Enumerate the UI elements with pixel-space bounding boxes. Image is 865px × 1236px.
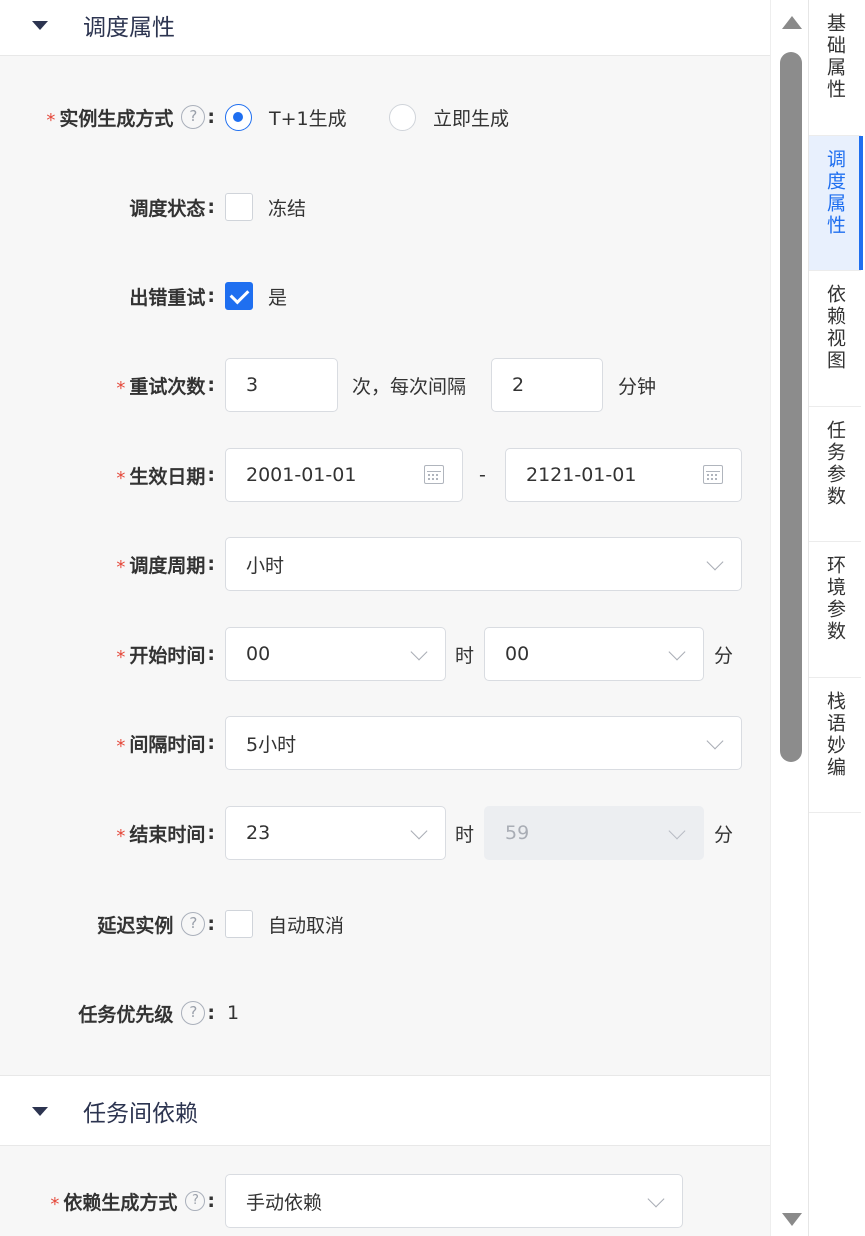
scroll-down-arrow-icon[interactable] [782, 1213, 802, 1226]
radio-immediate[interactable]: 立即生成 [389, 103, 509, 131]
retry-interval-text: 次，每次间隔 [352, 375, 467, 398]
minute-unit-text: 分 [714, 644, 734, 667]
interval-time-select[interactable]: 5小时 [225, 716, 742, 770]
chevron-down-icon[interactable] [410, 643, 428, 661]
radio-button-selected[interactable] [225, 103, 252, 131]
delay-instance-row: 延迟实例 ? : 自动取消 [0, 896, 770, 952]
end-hour-select[interactable]: 23 [225, 806, 446, 860]
end-minute-select-disabled: 59 [484, 806, 704, 860]
sidenav-item-stack-editor[interactable]: 栈语妙编 [809, 678, 861, 813]
main-panel: 调度属性 * 实例生成方式 ? : T+1生成 立即生成 调度状态 : 冻结 出… [0, 0, 770, 1236]
date-separator: - [479, 464, 486, 486]
start-time-row: * 开始时间 : 00 时 00 分 [0, 626, 770, 682]
instance-generation-row: * 实例生成方式 ? : T+1生成 立即生成 [0, 89, 770, 145]
task-priority-value: 1 [227, 1002, 240, 1024]
chevron-down-icon[interactable] [647, 1190, 665, 1208]
auto-cancel-checkbox[interactable]: 自动取消 [225, 910, 344, 938]
chevron-down-icon [668, 822, 686, 840]
sidenav-item-basic-properties[interactable]: 基础属性 [809, 0, 861, 136]
section-title: 调度属性 [83, 14, 175, 41]
start-time-label: * 开始时间 : [116, 643, 215, 668]
hour-unit-text: 时 [455, 823, 475, 846]
section-title: 任务间依赖 [83, 1100, 198, 1127]
freeze-checkbox[interactable]: 冻结 [225, 193, 306, 221]
retry-checkbox[interactable]: 是 [225, 282, 287, 310]
minute-unit-text: 分钟 [618, 375, 657, 398]
start-minute-select[interactable]: 00 [484, 627, 704, 681]
side-navigation: 基础属性 调度属性 依赖视图 任务参数 环境参数 栈语妙编 [808, 0, 865, 1236]
help-icon[interactable]: ? [181, 1001, 206, 1025]
collapse-caret-icon[interactable] [32, 20, 48, 30]
retry-count-input[interactable]: 3 [225, 358, 338, 412]
start-date-picker[interactable]: 2001-01-01 [225, 448, 463, 502]
retry-on-error-label: 出错重试 : [129, 285, 215, 309]
effective-date-row: * 生效日期 : 2001-01-01 - 2121-01-01 [0, 447, 770, 503]
retry-on-error-row: 出错重试 : 是 [0, 268, 770, 324]
chevron-down-icon[interactable] [668, 643, 686, 661]
sidenav-item-schedule-properties[interactable]: 调度属性 [809, 136, 863, 271]
help-icon[interactable]: ? [181, 105, 206, 129]
hour-unit-text: 时 [455, 644, 475, 667]
task-priority-row: 任务优先级 ? : 1 [0, 985, 770, 1041]
vertical-scrollbar[interactable] [770, 0, 808, 1236]
sidenav-item-env-parameters[interactable]: 环境参数 [809, 542, 861, 678]
scrollbar-thumb[interactable] [780, 52, 802, 762]
radio-t-plus-1[interactable]: T+1生成 [225, 103, 347, 131]
calendar-icon[interactable] [703, 465, 723, 484]
schedule-status-row: 调度状态 : 冻结 [0, 179, 770, 235]
interval-time-row: * 间隔时间 : 5小时 [0, 715, 770, 771]
checkbox[interactable] [225, 910, 253, 938]
dependency-generation-select[interactable]: 手动依赖 [225, 1174, 683, 1228]
help-icon[interactable]: ? [181, 912, 206, 936]
schedule-period-select[interactable]: 小时 [225, 537, 742, 591]
sidenav-item-dependency-view[interactable]: 依赖视图 [809, 271, 861, 407]
minute-unit-text: 分 [714, 823, 734, 846]
checkbox[interactable] [225, 193, 253, 221]
task-priority-label: 任务优先级 ? : [78, 1001, 215, 1026]
end-time-label: * 结束时间 : [116, 822, 215, 847]
end-time-row: * 结束时间 : 23 时 59 分 [0, 805, 770, 861]
dependency-generation-row: * 依赖生成方式 ? : 手动依赖 [0, 1173, 770, 1229]
retry-count-row: * 重试次数 : 3 次，每次间隔 2 分钟 [0, 357, 770, 413]
schedule-section-header[interactable]: 调度属性 [0, 0, 770, 56]
schedule-status-label: 调度状态 : [129, 196, 215, 220]
effective-date-label: * 生效日期 : [116, 464, 215, 489]
start-hour-select[interactable]: 00 [225, 627, 446, 681]
required-mark: * [46, 109, 56, 131]
calendar-icon[interactable] [424, 465, 444, 484]
chevron-down-icon[interactable] [706, 732, 724, 750]
dependency-section-header[interactable]: 任务间依赖 [0, 1075, 770, 1146]
delay-instance-label: 延迟实例 ? : [97, 912, 215, 937]
retry-count-label: * 重试次数 : [116, 374, 215, 399]
instance-generation-label: * 实例生成方式 ? : [46, 105, 215, 131]
chevron-down-icon[interactable] [410, 822, 428, 840]
schedule-period-label: * 调度周期 : [116, 553, 215, 578]
retry-interval-input[interactable]: 2 [491, 358, 603, 412]
interval-time-label: * 间隔时间 : [116, 732, 215, 757]
end-date-picker[interactable]: 2121-01-01 [505, 448, 742, 502]
checkbox-checked[interactable] [225, 282, 253, 310]
collapse-caret-icon[interactable] [32, 1106, 48, 1116]
schedule-period-row: * 调度周期 : 小时 [0, 536, 770, 592]
scroll-up-arrow-icon[interactable] [782, 16, 802, 29]
sidenav-item-task-parameters[interactable]: 任务参数 [809, 407, 861, 542]
help-icon[interactable]: ? [185, 1191, 206, 1211]
radio-button[interactable] [389, 103, 416, 131]
chevron-down-icon[interactable] [706, 553, 724, 571]
dependency-generation-label: * 依赖生成方式 ? : [50, 1190, 215, 1215]
